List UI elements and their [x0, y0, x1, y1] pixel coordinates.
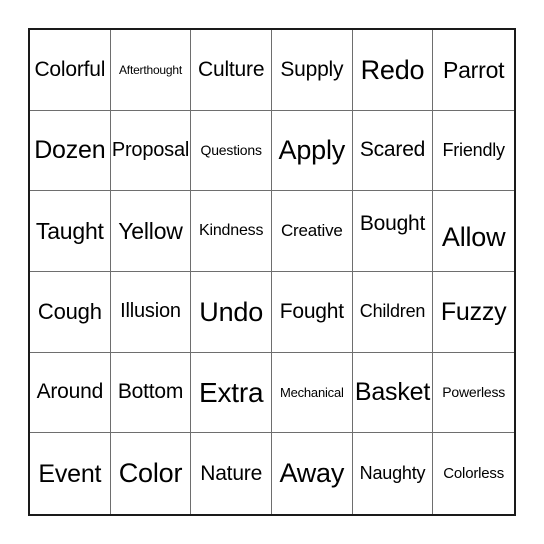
bingo-card-grid: Colorful Afterthought Culture Supply Redo Par…: [28, 28, 516, 516]
bingo-cell-label: Proposal: [111, 138, 190, 161]
bingo-cell-label: Around: [36, 380, 104, 404]
bingo-cell-r3-c2[interactable]: Yellow: [110, 191, 192, 272]
bingo-cell-label: Powerless: [442, 384, 506, 401]
bingo-cell-label: Parrot: [442, 56, 505, 83]
bingo-cell-r4-c6[interactable]: Fuzzy: [433, 272, 514, 353]
bingo-cell-label: Fought: [279, 299, 344, 323]
bingo-cell-label: Bottom: [117, 380, 184, 404]
bingo-cell-label: Children: [359, 301, 426, 322]
bingo-cell-label: Friendly: [442, 140, 505, 161]
bingo-cell-r3-c5[interactable]: Bought: [352, 191, 434, 272]
bingo-cell-r6-c2[interactable]: Color: [111, 433, 192, 514]
bingo-cell-r2-c3[interactable]: Questions: [191, 110, 272, 192]
bingo-cell-label: Color: [118, 458, 183, 489]
bingo-cell-r1-c2[interactable]: Afterthought: [110, 30, 192, 111]
bingo-cell-r5-c1[interactable]: Around: [30, 352, 111, 434]
bingo-cell-r4-c2[interactable]: Illusion: [110, 271, 192, 353]
bingo-cell-r2-c1[interactable]: Dozen: [30, 110, 111, 192]
bingo-cell-label: Yellow: [118, 218, 183, 245]
bingo-cell-label: Nature: [200, 461, 263, 485]
bingo-cell-label: Illusion: [120, 300, 181, 323]
bingo-cell-r4-c4[interactable]: Fought: [271, 271, 353, 353]
bingo-cell-label: Away: [279, 458, 345, 489]
bingo-cell-label: Kindness: [199, 221, 264, 239]
bingo-cell-r2-c6[interactable]: Friendly: [433, 111, 514, 192]
bingo-cell-label: Questions: [200, 142, 262, 159]
bingo-cell-r3-c4[interactable]: Creative: [271, 191, 353, 272]
bingo-cell-r6-c3[interactable]: Nature: [191, 433, 272, 514]
bingo-cell-r1-c6[interactable]: Parrot: [433, 30, 514, 111]
bingo-cell-r3-c6[interactable]: Allow: [433, 191, 514, 272]
bingo-cell-r5-c3[interactable]: Extra: [191, 352, 272, 434]
bingo-cell-label: Taught: [35, 218, 104, 245]
bingo-cell-r1-c5[interactable]: Redo: [352, 30, 434, 111]
bingo-cell-r6-c4[interactable]: Away: [272, 433, 353, 514]
bingo-cell-r3-c3[interactable]: Kindness: [191, 191, 272, 272]
bingo-cell-label: Basket: [354, 378, 431, 407]
bingo-cell-label: Dozen: [34, 136, 106, 165]
bingo-cell-label: Redo: [360, 54, 425, 85]
bingo-cell-r6-c6[interactable]: Colorless: [433, 433, 514, 514]
bingo-cell-r3-c1[interactable]: Taught: [30, 191, 111, 272]
bingo-cell-label: Fuzzy: [440, 297, 507, 326]
bingo-cell-label: Allow: [441, 221, 506, 252]
bingo-cell-r1-c4[interactable]: Supply: [271, 30, 353, 111]
bingo-cell-label: Culture: [198, 57, 265, 81]
bingo-cell-r5-c4[interactable]: Mechanical: [271, 352, 353, 434]
bingo-cell-r2-c4[interactable]: Apply: [271, 110, 353, 192]
bingo-cell-label: Event: [38, 459, 102, 488]
bingo-cell-label: Apply: [278, 135, 346, 166]
bingo-cell-label: Cough: [37, 299, 102, 325]
bingo-cell-r5-c2[interactable]: Bottom: [110, 352, 192, 434]
bingo-cell-r5-c5[interactable]: Basket: [352, 352, 434, 434]
bingo-cell-label: Extra: [198, 376, 264, 408]
bingo-cell-r6-c1[interactable]: Event: [30, 433, 111, 514]
bingo-cell-label: Supply: [280, 57, 344, 81]
bingo-cell-r1-c3[interactable]: Culture: [191, 30, 272, 111]
bingo-cell-label: Bought: [359, 212, 426, 236]
bingo-cell-label: Colorful: [34, 57, 106, 81]
bingo-cell-r4-c1[interactable]: Cough: [30, 271, 111, 353]
bingo-cell-r2-c2[interactable]: Proposal: [110, 110, 192, 192]
bingo-cell-label: Creative: [280, 221, 343, 241]
bingo-cell-r6-c5[interactable]: Naughty: [353, 433, 434, 514]
bingo-cell-r2-c5[interactable]: Scared: [352, 110, 434, 192]
bingo-cell-label: Undo: [199, 296, 264, 327]
bingo-cell-label: Colorless: [443, 464, 505, 482]
bingo-cell-r1-c1[interactable]: Colorful: [30, 30, 111, 111]
bingo-cell-label: Mechanical: [279, 384, 344, 400]
bingo-cell-r5-c6[interactable]: Powerless: [433, 353, 514, 434]
bingo-cell-r4-c3[interactable]: Undo: [191, 271, 272, 353]
bingo-cell-label: Scared: [359, 138, 426, 162]
bingo-cell-label: Naughty: [359, 463, 426, 484]
bingo-cell-r4-c5[interactable]: Children: [352, 271, 434, 353]
bingo-cell-label: Afterthought: [119, 62, 182, 77]
